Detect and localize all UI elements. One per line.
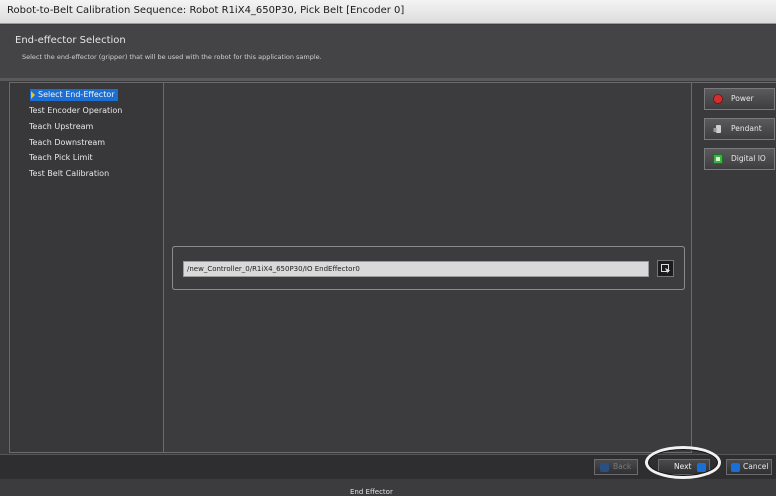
current-step-arrow-icon	[31, 91, 35, 99]
power-button[interactable]: Power	[704, 88, 775, 110]
step-test-encoder-operation[interactable]: Test Encoder Operation	[29, 105, 122, 117]
page-title: End-effector Selection	[15, 35, 126, 46]
back-button[interactable]: Back	[594, 459, 638, 475]
step-test-belt-calibration[interactable]: Test Belt Calibration	[29, 168, 109, 180]
digital-io-icon	[713, 154, 723, 164]
page-description: Select the end-effector (gripper) that w…	[22, 53, 322, 61]
step-teach-upstream[interactable]: Teach Upstream	[29, 121, 93, 133]
pendant-button-label: Pendant	[731, 124, 762, 133]
step-teach-pick-limit[interactable]: Teach Pick Limit	[29, 152, 93, 164]
page-header: End-effector Selection Select the end-ef…	[0, 25, 776, 78]
cancel-button-label: Cancel	[743, 462, 769, 471]
step-teach-downstream[interactable]: Teach Downstream	[29, 137, 105, 149]
end-effector-group-label: End Effector	[348, 488, 395, 496]
power-icon	[713, 94, 723, 104]
window-titlebar: Robot-to-Belt Calibration Sequence: Robo…	[0, 0, 776, 24]
cancel-button[interactable]: Cancel	[726, 459, 772, 475]
next-highlight-ellipse	[645, 446, 721, 479]
pendant-button[interactable]: Pendant	[704, 118, 775, 140]
back-arrow-icon	[600, 463, 609, 472]
back-button-label: Back	[613, 462, 632, 471]
cancel-icon	[731, 463, 740, 472]
digital-io-button-label: Digital IO	[731, 154, 766, 163]
step-select-end-effector[interactable]: Select End-Effector	[30, 89, 118, 101]
power-button-label: Power	[731, 94, 754, 103]
step-label: Select End-Effector	[38, 90, 115, 99]
browse-button[interactable]	[657, 260, 674, 277]
browse-icon	[661, 264, 671, 274]
digital-io-button[interactable]: Digital IO	[704, 148, 775, 170]
window-title: Robot-to-Belt Calibration Sequence: Robo…	[7, 5, 405, 16]
end-effector-field[interactable]: /new_Controller_0/R1iX4_650P30/IO EndEff…	[183, 261, 649, 277]
pendant-icon	[713, 125, 721, 133]
